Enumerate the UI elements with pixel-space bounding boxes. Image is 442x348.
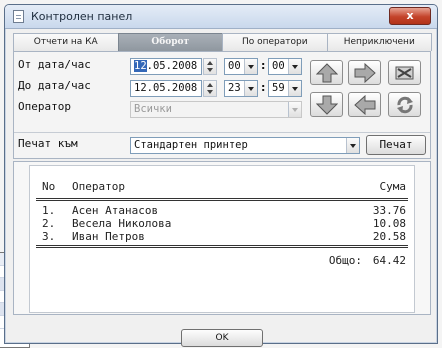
arrow-right-icon: [354, 63, 376, 83]
row-operator-name: Весела Николова: [72, 217, 172, 230]
control-panel-dialog: Контролен панел x Отчети на КА Оборот По…: [4, 4, 438, 347]
from-date-rest: .05.2008: [146, 60, 198, 72]
total-value: 64.42: [372, 254, 406, 267]
window-app-icon: [13, 10, 24, 23]
export-icon: [395, 66, 414, 80]
operator-label: Оператор: [18, 100, 71, 113]
close-button[interactable]: x: [389, 7, 431, 25]
from-date-spinner[interactable]: [203, 58, 217, 75]
to-date-spinner[interactable]: [203, 80, 217, 97]
chevron-down-icon: [288, 102, 301, 117]
screen: ма 68 68 10 10 52 Контролен панел x Отче…: [0, 0, 442, 348]
from-date-field[interactable]: 12.05.2008: [130, 58, 202, 75]
tab-turnover[interactable]: Оборот: [117, 33, 223, 51]
printer-select[interactable]: Стандартен принтер: [130, 137, 360, 154]
chevron-down-icon: [346, 138, 359, 153]
row-sum: 10.08: [372, 217, 406, 230]
move-left-button[interactable]: [348, 92, 381, 117]
from-minute-value: 00: [272, 60, 285, 72]
tab-unclosed[interactable]: Неприключени: [326, 33, 432, 51]
total-label: Общо:: [328, 254, 362, 267]
row-operator-name: Асен Атанасов: [72, 204, 159, 217]
row-number: 3.: [42, 230, 56, 243]
print-to-label: Печат към: [18, 137, 78, 150]
to-minute-select[interactable]: 59: [268, 80, 302, 97]
operator-select[interactable]: Всички: [130, 101, 302, 118]
arrow-left-icon: [354, 95, 376, 115]
arrow-up-icon: [316, 63, 338, 83]
row-number: 2.: [42, 217, 56, 230]
to-minute-value: 59: [272, 82, 285, 94]
from-hour-select[interactable]: 00: [224, 58, 258, 75]
tab-ka-reports[interactable]: Отчети на КА: [13, 33, 119, 51]
row-number: 1.: [42, 204, 56, 217]
time-separator: :: [261, 59, 266, 72]
window-title: Контролен панел: [31, 10, 133, 23]
tab-strip: Отчети на КА Оборот По оператори Неприкл…: [13, 33, 432, 51]
title-bar[interactable]: Контролен панел x: [5, 5, 437, 29]
chevron-down-icon: [244, 59, 257, 74]
row-sum: 20.58: [372, 230, 406, 243]
export-button[interactable]: [388, 60, 421, 85]
refresh-button[interactable]: [388, 92, 421, 117]
to-hour-value: 23: [228, 82, 241, 94]
chevron-down-icon: [244, 81, 257, 96]
to-hour-select[interactable]: 23: [224, 80, 258, 97]
time-separator: :: [261, 81, 266, 94]
report-rule-top: [36, 198, 408, 201]
row-operator-name: Иван Петров: [72, 230, 145, 243]
to-date-field[interactable]: 12.05.2008: [130, 80, 202, 97]
move-up-button[interactable]: [310, 60, 343, 85]
row-sum: 33.76: [372, 204, 406, 217]
from-minute-select[interactable]: 00: [268, 58, 302, 75]
chevron-down-icon: [288, 81, 301, 96]
from-datetime-label: От дата/час: [18, 58, 91, 71]
report-preview: No Оператор Сума 1. Асен Атанасов 33.76 …: [29, 165, 415, 313]
column-header-no: No: [42, 180, 56, 193]
filter-panel: От дата/час 12.05.2008 00 : 00 До дата/ч…: [13, 51, 431, 159]
move-right-button[interactable]: [348, 60, 381, 85]
refresh-icon: [397, 96, 413, 114]
arrow-down-icon: [316, 95, 338, 115]
ok-button[interactable]: OK: [181, 329, 263, 347]
report-rule-bottom: [36, 245, 408, 248]
print-button[interactable]: Печат: [366, 135, 426, 155]
tab-by-operators[interactable]: По оператори: [222, 33, 328, 51]
chevron-down-icon: [288, 59, 301, 74]
printer-value: Стандартен принтер: [134, 139, 248, 151]
from-hour-value: 00: [228, 60, 241, 72]
column-header-operator: Оператор: [72, 180, 125, 193]
move-down-button[interactable]: [310, 92, 343, 117]
to-datetime-label: До дата/час: [18, 79, 91, 92]
operator-value: Всички: [134, 103, 172, 115]
from-date-day-selected: 12: [134, 60, 147, 72]
divider: [14, 132, 430, 133]
column-header-sum: Сума: [379, 180, 407, 193]
